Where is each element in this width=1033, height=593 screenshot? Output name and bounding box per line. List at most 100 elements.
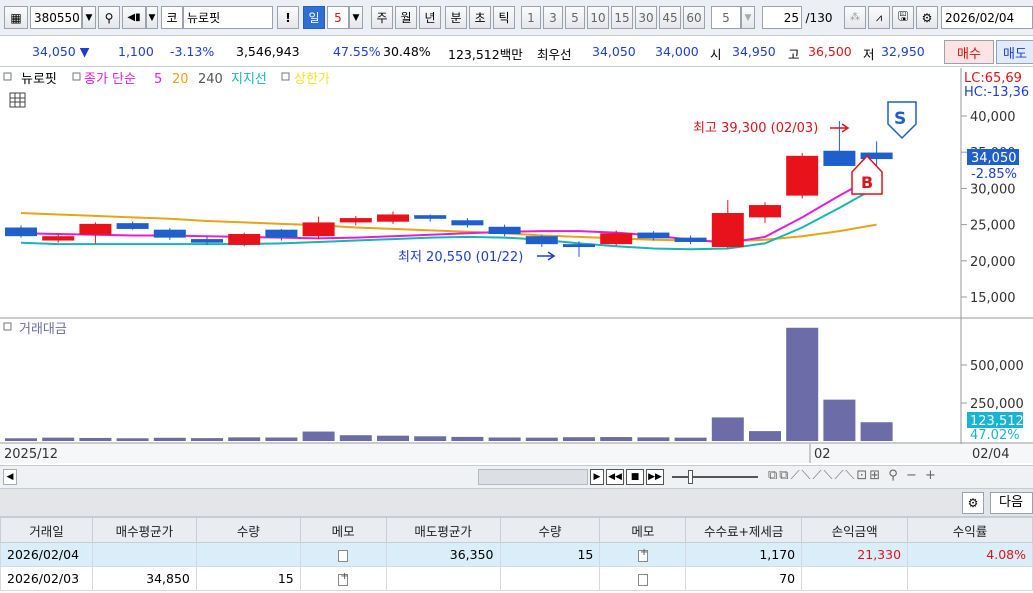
volume-panel-title[interactable]: 거래대금	[19, 322, 67, 337]
zoom-slider-handle[interactable]	[688, 470, 693, 484]
link-icon[interactable]: ⁂	[844, 6, 866, 29]
period-second-button[interactable]: 초	[469, 6, 491, 29]
period-minute-button[interactable]: 분	[445, 6, 467, 29]
memo-doc-icon[interactable]	[338, 549, 349, 562]
memo-add-icon[interactable]	[338, 571, 349, 586]
legend-support[interactable]: 지지선	[231, 72, 267, 87]
candle-body	[339, 218, 372, 223]
scroll-right-icon[interactable]: ▶	[590, 469, 604, 485]
zoom-slider[interactable]	[672, 476, 758, 478]
col-fee[interactable]: 수수료+제세금	[685, 517, 803, 543]
code-dropdown-icon[interactable]: ▼	[82, 6, 96, 29]
horizontal-scrollbar[interactable]: ◀ ▶ ◀◀ ■ ▶▶ ⧉⧉⟋⟍⟋⟍⟋⟍⊡⊞ ⚲ − +	[0, 465, 1033, 489]
price-axis-label: 20,000	[970, 255, 1016, 270]
legend-stock-name[interactable]: 뉴로핏	[21, 72, 57, 87]
volume-bar	[79, 437, 112, 441]
speaker-dropdown-icon[interactable]: ▼	[146, 6, 158, 29]
col-trade-date[interactable]: 거래일	[0, 517, 93, 543]
tool-icons[interactable]: ⧉⧉⟋⟍⟋⟍⟋⟍⊡⊞ ⚲ − +	[768, 468, 1033, 486]
speaker-icon[interactable]: ◀▮	[122, 6, 146, 29]
col-sell-qty[interactable]: 수량	[499, 517, 601, 543]
candle-body	[116, 223, 149, 229]
period-dropdown-icon[interactable]: ▼	[349, 6, 363, 29]
interval-dropdown-icon[interactable]: ▼	[741, 6, 755, 29]
rewind-icon[interactable]: ◀◀	[606, 469, 624, 485]
volume-bar	[414, 436, 447, 441]
price-axis-label: 25,000	[970, 219, 1016, 234]
panel-settings-icon[interactable]: ⚙	[962, 492, 984, 514]
col-buy-qty[interactable]: 수량	[195, 517, 301, 543]
cell-buy-memo[interactable]	[299, 566, 387, 591]
interval-3-button[interactable]: 3	[543, 6, 563, 29]
quote-bar: 34,050 ▼ 1,100 -3.13% 3,546,943 47.55% 3…	[0, 37, 1033, 67]
interval-60-button[interactable]: 60	[683, 6, 705, 29]
chart-menu-icon[interactable]: ▦	[4, 6, 28, 29]
high-annotation: 최고 39,300 (02/03)	[693, 121, 818, 136]
settings-icon[interactable]: ⚙	[916, 6, 938, 29]
sell-button[interactable]: 매도	[996, 40, 1033, 64]
trendline-icon[interactable]: ⩘	[868, 6, 890, 29]
cell-buy-memo[interactable]	[299, 542, 387, 567]
forward-icon[interactable]: ▶▶	[646, 469, 664, 485]
volume-bar	[674, 437, 707, 441]
date-input[interactable]: 2026/02/04	[941, 6, 1033, 29]
table-row[interactable]: 2026/02/03 34,850 15 70	[0, 566, 1033, 591]
table-row[interactable]: 2026/02/04 36,350 15 1,170 21,330 4.08%	[0, 542, 1033, 567]
period-day-button[interactable]: 일	[303, 6, 325, 29]
legend-limit[interactable]: 상한가	[294, 72, 330, 87]
legend-ma-label[interactable]: 종가 단순	[84, 72, 136, 87]
low-label: 저	[863, 47, 875, 62]
volume-bar	[823, 399, 856, 441]
open-label: 시	[710, 47, 722, 62]
period-count-select[interactable]: 5	[327, 6, 349, 29]
stop-icon[interactable]: ■	[626, 469, 644, 485]
col-buy-memo[interactable]: 메모	[299, 517, 387, 543]
low-price: 32,950	[881, 44, 925, 59]
cell-pnl	[801, 566, 909, 591]
col-pnl[interactable]: 손익금액	[801, 517, 909, 543]
high-label: 고	[788, 47, 800, 62]
current-price: 34,050 ▼	[32, 44, 90, 59]
next-button[interactable]: 다음	[990, 492, 1033, 514]
interval-select[interactable]: 5	[711, 6, 741, 29]
open-price: 34,950	[732, 44, 776, 59]
memo-doc-icon[interactable]	[637, 573, 648, 586]
price-axis-label: 40,000	[970, 110, 1016, 125]
interval-15-button[interactable]: 15	[611, 6, 633, 29]
volume-bar	[860, 422, 893, 441]
cell-sell-avg	[385, 566, 501, 591]
stock-name-field[interactable]: 뉴로핏	[183, 6, 273, 29]
memo-add-icon[interactable]	[637, 547, 648, 562]
interval-30-button[interactable]: 30	[635, 6, 657, 29]
turnover-rate: 30.48%	[383, 44, 431, 59]
cell-fee: 1,170	[685, 542, 803, 567]
interval-10-button[interactable]: 10	[587, 6, 609, 29]
cell-sell-memo[interactable]	[599, 542, 687, 567]
period-year-button[interactable]: 년	[419, 6, 441, 29]
low-annotation: 최저 20,550 (01/22)	[398, 250, 523, 265]
down-arrow-icon: ▼	[79, 44, 90, 59]
volume-bar	[711, 417, 744, 441]
search-icon[interactable]: ⚲	[98, 6, 120, 29]
col-sell-memo[interactable]: 메모	[599, 517, 687, 543]
candle-body	[42, 236, 75, 241]
table-icon[interactable]	[9, 92, 26, 108]
cell-sell-memo[interactable]	[599, 566, 687, 591]
buy-button[interactable]: 매수	[944, 40, 994, 64]
col-sell-avg[interactable]: 매도평균가	[385, 517, 501, 543]
col-return[interactable]: 수익률	[907, 517, 1033, 543]
col-buy-avg[interactable]: 매수평균가	[91, 517, 197, 543]
scroll-thumb[interactable]	[478, 469, 588, 485]
interval-45-button[interactable]: 45	[659, 6, 681, 29]
period-week-button[interactable]: 주	[371, 6, 393, 29]
period-tick-button[interactable]: 틱	[493, 6, 515, 29]
scroll-left-icon[interactable]: ◀	[3, 469, 17, 485]
interval-5-button[interactable]: 5	[565, 6, 585, 29]
volume-bar	[488, 437, 521, 441]
stock-code-input[interactable]: 380550	[30, 6, 82, 29]
period-month-button[interactable]: 월	[395, 6, 417, 29]
interval-1-button[interactable]: 1	[521, 6, 541, 29]
display-count-input[interactable]: 25	[762, 6, 802, 29]
save-icon[interactable]: 🖫	[892, 6, 914, 29]
exclamation-button[interactable]: !	[277, 6, 299, 29]
